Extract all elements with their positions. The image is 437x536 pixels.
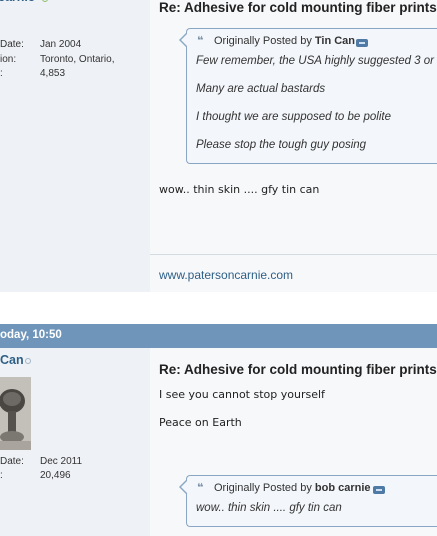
offline-status-icon [25,358,31,364]
post-separator [0,292,437,324]
post2-join-label: Date: [0,456,24,467]
post2-quote-header: Originally Posted by bob carnie [214,482,371,494]
post1-title: Re: Adhesive for cold mounting fiber pri… [159,0,437,15]
quote-pointer-fill [181,34,187,46]
view-post-icon[interactable] [356,39,368,47]
post1-quote-header: Originally Posted by Tin Can [214,35,355,47]
signature-link[interactable]: www.patersoncarnie.com [159,268,293,282]
post2-body-line: I see you cannot stop yourself [159,388,325,401]
post2-join-value: Dec 2011 [40,456,83,467]
post2-posts-value: 20,496 [40,470,71,481]
signature-divider [150,254,437,255]
quote-icon: ❝ [197,481,204,494]
quote-line: Many are actual bastards [196,83,326,95]
quote-pointer-fill [181,481,187,493]
quote-prefix: Originally Posted by [214,482,312,494]
post1-posts-value: 4,853 [40,68,66,79]
post1-location-label: ion: [0,54,17,65]
post2-username[interactable]: Can [0,353,24,367]
post2-posts-label: : [0,470,3,481]
quote-line: wow.. thin skin .... gfy tin can [196,502,342,514]
post2-header-bar [0,324,437,348]
post2-title: Re: Adhesive for cold mounting fiber pri… [159,362,437,377]
post1-join-value: Jan 2004 [40,39,82,50]
post2-body-line: Peace on Earth [159,416,242,429]
post1-posts-label: : [0,68,3,79]
view-post-icon[interactable] [373,486,385,494]
post1-username[interactable]: carnie [0,0,35,4]
avatar[interactable] [0,377,31,450]
quote-icon: ❝ [197,34,204,47]
post1-location-value: Toronto, Ontario, [40,54,115,65]
post2-timestamp: oday, 10:50 [0,329,62,341]
quote-prefix: Originally Posted by [214,35,312,47]
post1-body: wow.. thin skin .... gfy tin can [159,183,320,196]
quote-author[interactable]: Tin Can [315,35,355,47]
quote-author[interactable]: bob carnie [315,482,371,494]
quote-line: Few remember, the USA highly suggested 3… [196,55,434,67]
post1-join-label: Date: [0,39,24,50]
quote-line: Please stop the tough guy posing [196,139,367,151]
quote-line: I thought we are supposed to be polite [196,111,392,123]
